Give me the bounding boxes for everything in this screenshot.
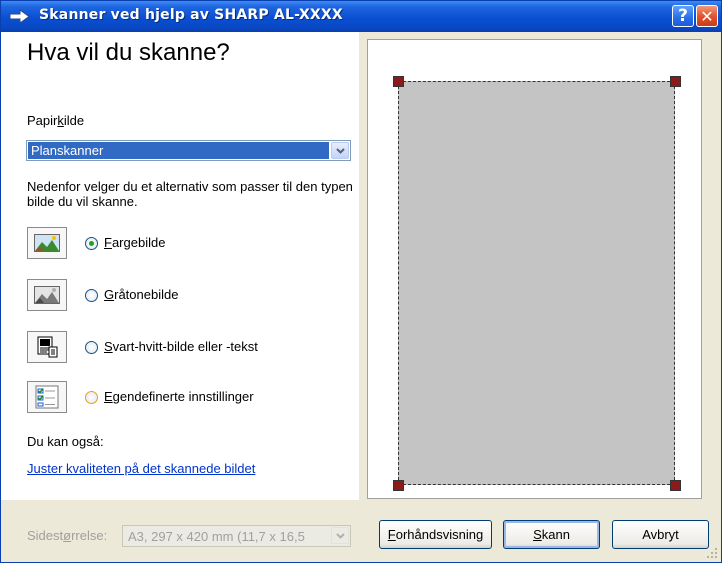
- crop-handle-top-left[interactable]: [393, 76, 404, 87]
- preview-button[interactable]: Forhåndsvisning: [379, 520, 492, 549]
- page-size-dropdown: A3, 297 x 420 mm (11,7 x 16,5: [122, 525, 351, 547]
- grayscale-photo-icon[interactable]: [27, 279, 67, 311]
- adjust-quality-link[interactable]: Juster kvaliteten på det skannede bildet: [27, 461, 255, 476]
- close-icon: ✕: [700, 6, 714, 26]
- also-label: Du kan også:: [27, 434, 104, 449]
- dropdown-button-disabled: [331, 527, 349, 544]
- resize-grip-icon[interactable]: [706, 547, 718, 559]
- scanner-dialog: Skanner ved hjelp av SHARP AL-XXXX ? ✕ H…: [0, 0, 722, 563]
- scanner-arrow-icon: [9, 9, 30, 24]
- crop-handle-bottom-right[interactable]: [670, 480, 681, 491]
- black-white-text-icon[interactable]: [27, 331, 67, 363]
- grayscale-photo-radio[interactable]: [85, 289, 98, 302]
- chevron-down-icon: [335, 147, 345, 154]
- dropdown-button[interactable]: [331, 142, 349, 159]
- page-size-value: A3, 297 x 420 mm (11,7 x 16,5: [128, 529, 305, 544]
- paper-source-dropdown[interactable]: Planskanner: [26, 140, 351, 161]
- custom-settings-label[interactable]: Egendefinerte innstillinger: [104, 389, 254, 404]
- color-photo-radio[interactable]: [85, 237, 98, 250]
- chevron-down-icon: [335, 532, 345, 539]
- help-button[interactable]: ?: [672, 5, 694, 27]
- crop-frame[interactable]: [398, 81, 675, 485]
- scan-button[interactable]: Skann: [503, 520, 600, 549]
- black-white-text-label[interactable]: Svart-hvitt-bilde eller -tekst: [104, 339, 258, 354]
- paper-source-label: Papirkilde: [27, 113, 85, 128]
- title-bar[interactable]: Skanner ved hjelp av SHARP AL-XXXX ? ✕: [1, 1, 721, 32]
- help-icon: ?: [678, 6, 688, 26]
- page-title: Hva vil du skanne?: [27, 39, 230, 66]
- description-text: Nedenfor velger du et alternativ som pas…: [27, 179, 353, 209]
- black-white-text-radio[interactable]: [85, 341, 98, 354]
- color-photo-icon[interactable]: [27, 227, 67, 259]
- custom-settings-icon[interactable]: [27, 381, 67, 413]
- crop-handle-top-right[interactable]: [670, 76, 681, 87]
- paper-source-value: Planskanner: [28, 142, 329, 159]
- options-panel: [1, 32, 359, 500]
- crop-handle-bottom-left[interactable]: [393, 480, 404, 491]
- page-size-label: Sidestørrelse:: [27, 528, 108, 543]
- custom-settings-radio[interactable]: [85, 391, 98, 404]
- grayscale-photo-label[interactable]: Gråtonebilde: [104, 287, 178, 302]
- color-photo-label[interactable]: Fargebilde: [104, 235, 165, 250]
- close-button[interactable]: ✕: [696, 5, 718, 27]
- cancel-button[interactable]: Avbryt: [612, 520, 709, 549]
- window-title: Skanner ved hjelp av SHARP AL-XXXX: [39, 7, 343, 23]
